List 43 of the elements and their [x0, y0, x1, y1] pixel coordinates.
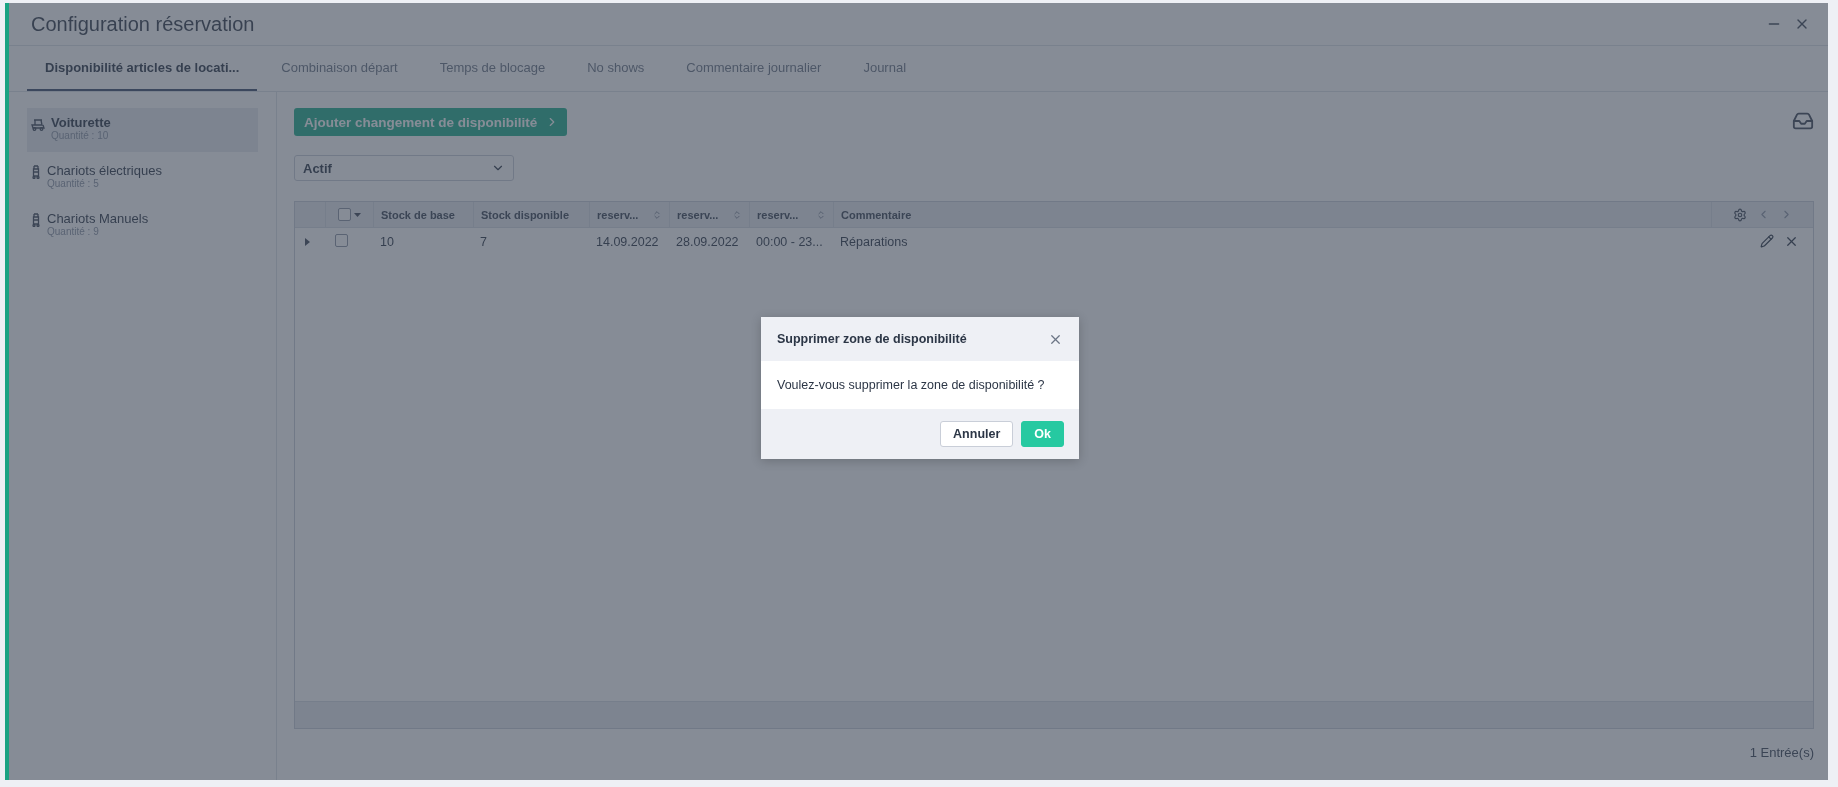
item-name: Chariots Manuels — [47, 211, 149, 226]
column-header[interactable]: Stock de base — [373, 202, 473, 227]
tab[interactable]: Combinaison départ — [263, 46, 416, 91]
inbox-icon[interactable] — [1792, 110, 1814, 132]
dialog-message: Voulez-vous supprimer la zone de disponibilité ? — [776, 377, 1046, 394]
column-header[interactable]: Commentaire — [833, 202, 1711, 227]
entry-count: 1 Entrée(s) — [1749, 744, 1814, 762]
column-header[interactable]: reserv... — [589, 202, 669, 227]
ok-button[interactable]: Ok — [1021, 421, 1064, 447]
settings-icon[interactable] — [1732, 207, 1747, 222]
golf-bag-icon — [31, 165, 41, 179]
golf-bag-icon — [31, 213, 41, 227]
dialog-title: Supprimer zone de disponibilité — [777, 332, 967, 346]
tab[interactable]: Disponibilité articles de locati... — [27, 46, 258, 91]
edit-icon[interactable] — [1760, 234, 1774, 248]
table-cell: Réparations — [840, 234, 908, 249]
tab[interactable]: No shows — [569, 46, 663, 91]
select-all-checkbox[interactable] — [338, 208, 351, 221]
cancel-button[interactable]: Annuler — [940, 421, 1014, 447]
column-header[interactable]: Stock disponible — [473, 202, 589, 227]
column-header[interactable]: reserv... — [749, 202, 833, 227]
column-header[interactable]: reserv... — [669, 202, 749, 227]
table-cell: 10 — [380, 234, 394, 249]
window-title: Configuration réservation — [31, 12, 256, 36]
table-cell: 28.09.2022 — [676, 234, 739, 249]
sort-icon[interactable] — [816, 209, 826, 220]
tab[interactable]: Temps de blocage — [421, 46, 564, 91]
table-cell: 7 — [480, 234, 487, 249]
table-cell: 00:00 - 23... — [756, 234, 823, 249]
sort-icon[interactable] — [652, 209, 662, 220]
delete-icon[interactable] — [1784, 234, 1799, 249]
expand-caret-icon[interactable] — [305, 237, 310, 246]
status-dropdown[interactable]: Actif — [294, 155, 514, 181]
item-name: Chariots électriques — [47, 163, 162, 178]
add-button[interactable]: Ajouter changement de disponibilité — [294, 108, 568, 136]
item-name: Voiturette — [51, 115, 111, 130]
tab[interactable]: Commentaire journalier — [668, 46, 840, 91]
golf-cart-icon — [31, 119, 45, 131]
caret-down-icon[interactable] — [354, 212, 361, 217]
row-checkbox[interactable] — [335, 233, 348, 247]
sort-icon[interactable] — [732, 209, 742, 220]
table-cell: 14.09.2022 — [596, 234, 659, 249]
tab[interactable]: Journal — [845, 46, 925, 91]
